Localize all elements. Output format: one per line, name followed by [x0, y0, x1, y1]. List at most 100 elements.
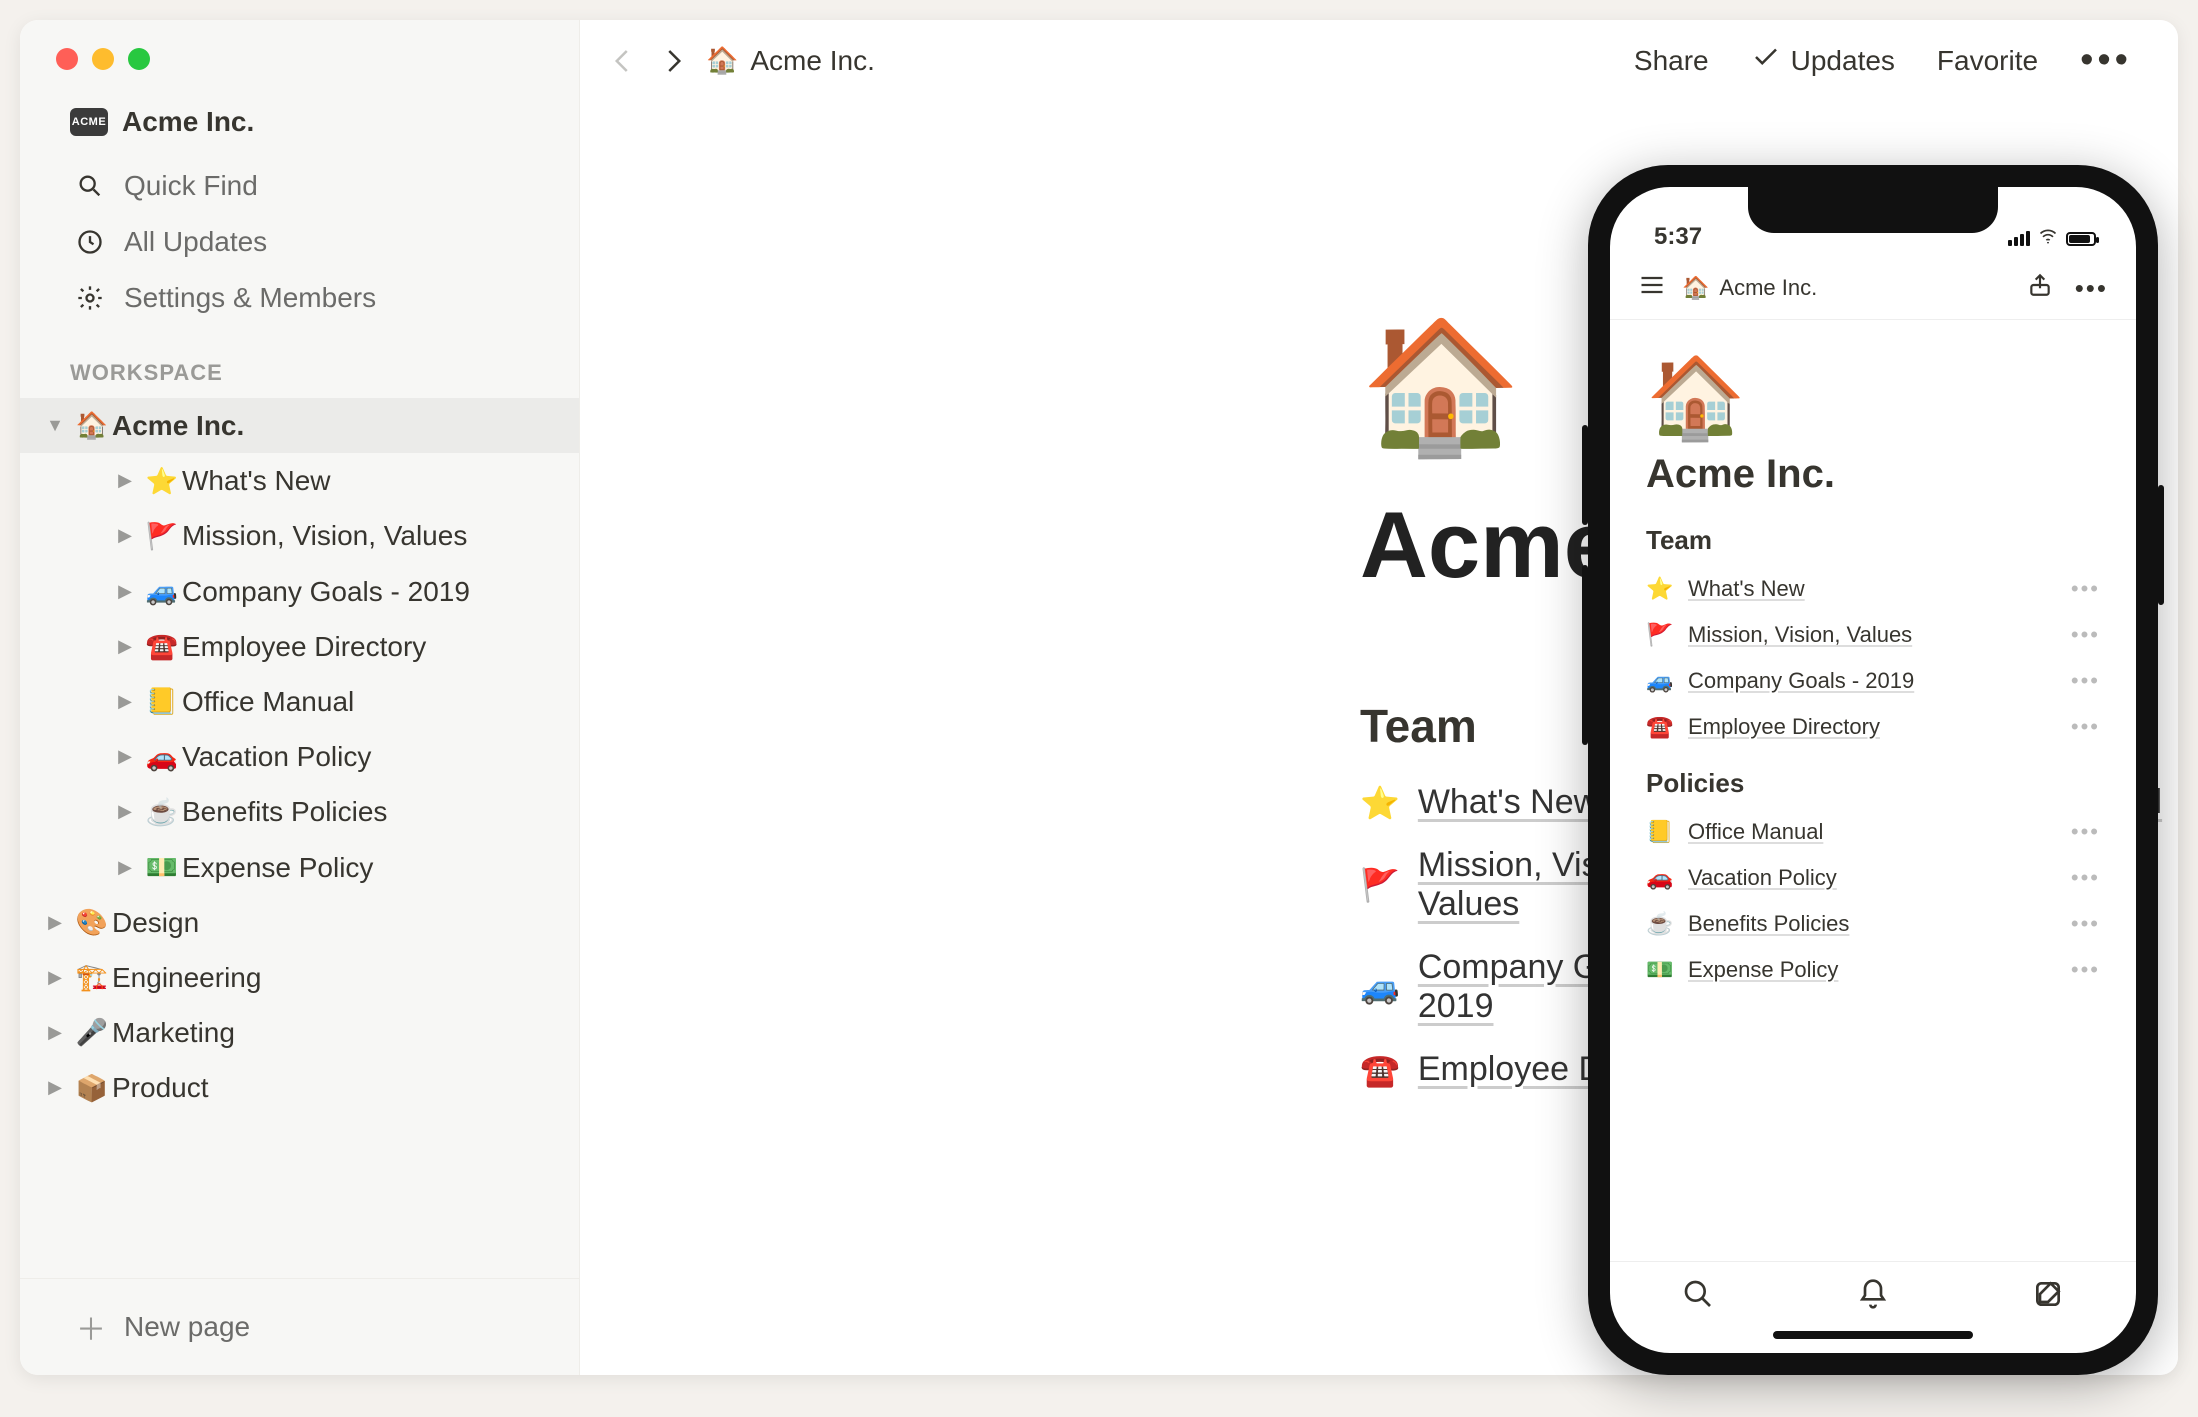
mobile-link-icon: ☎️ — [1646, 714, 1674, 740]
nav-forward-button[interactable] — [658, 46, 688, 76]
gear-icon — [76, 284, 106, 312]
mobile-notifications-icon[interactable] — [1857, 1278, 1889, 1315]
all-updates-button[interactable]: All Updates — [20, 214, 579, 270]
updates-button[interactable]: Updates — [1751, 42, 1895, 79]
battery-icon — [2066, 232, 2096, 246]
mobile-link-label: Employee Directory — [1688, 714, 2057, 740]
minimize-window-button[interactable] — [92, 48, 114, 70]
mobile-link-more-icon[interactable]: ••• — [2071, 668, 2100, 694]
chevron-right-icon[interactable]: ▶ — [108, 468, 142, 493]
chevron-right-icon[interactable]: ▶ — [108, 855, 142, 880]
mobile-page-link[interactable]: ☕Benefits Policies••• — [1646, 901, 2100, 947]
chevron-right-icon[interactable]: ▶ — [108, 579, 142, 604]
mobile-link-icon: 💵 — [1646, 957, 1674, 983]
page-emoji-icon: ⭐ — [142, 463, 182, 499]
chevron-right-icon[interactable]: ▶ — [38, 1075, 72, 1100]
settings-button[interactable]: Settings & Members — [20, 270, 579, 326]
nav-back-button[interactable] — [608, 46, 638, 76]
page-emoji-icon: 📦 — [72, 1070, 112, 1106]
check-icon — [1751, 42, 1781, 79]
mobile-more-icon[interactable]: ••• — [2075, 273, 2108, 304]
sidebar-page-item[interactable]: ▶☕Benefits Policies — [20, 784, 579, 839]
mobile-link-more-icon[interactable]: ••• — [2071, 819, 2100, 845]
mobile-breadcrumb-title: Acme Inc. — [1719, 275, 1817, 301]
mobile-page-link[interactable]: 🚙Company Goals - 2019••• — [1646, 658, 2100, 704]
mobile-compose-icon[interactable] — [2032, 1278, 2064, 1315]
mobile-page-title[interactable]: Acme Inc. — [1646, 452, 2100, 497]
page-emoji-icon: 🏗️ — [72, 959, 112, 995]
breadcrumb[interactable]: 🏠 Acme Inc. — [706, 45, 875, 77]
mobile-page-link[interactable]: 💵Expense Policy••• — [1646, 947, 2100, 993]
page-link-label: What's New — [1418, 783, 1598, 822]
mobile-section-heading[interactable]: Policies — [1646, 768, 2100, 799]
sidebar-page-item[interactable]: ▶🚩Mission, Vision, Values — [20, 508, 579, 563]
topbar: 🏠 Acme Inc. Share Updates Favorite ••• — [580, 20, 2178, 101]
share-icon[interactable] — [2027, 272, 2053, 304]
favorite-button[interactable]: Favorite — [1937, 45, 2038, 77]
wifi-icon — [2038, 226, 2058, 251]
share-button[interactable]: Share — [1634, 45, 1709, 77]
mobile-link-more-icon[interactable]: ••• — [2071, 576, 2100, 602]
sidebar-page-item[interactable]: ▶🚗Vacation Policy — [20, 729, 579, 784]
quick-find-button[interactable]: Quick Find — [20, 158, 579, 214]
mobile-page-link[interactable]: ⭐What's New••• — [1646, 566, 2100, 612]
page-link-icon: 🚙 — [1360, 968, 1400, 1006]
new-page-button[interactable]: ＋ New page — [20, 1278, 579, 1375]
mobile-page-link[interactable]: ☎️ Employee Directory ••• — [1646, 704, 2100, 750]
close-window-button[interactable] — [56, 48, 78, 70]
page-label: Office Manual — [182, 682, 559, 721]
mobile-breadcrumb[interactable]: 🏠 Acme Inc. — [1682, 275, 1817, 301]
menu-icon[interactable] — [1638, 271, 1666, 305]
chevron-right-icon[interactable]: ▶ — [38, 965, 72, 990]
mobile-page-link[interactable]: 🚗Vacation Policy••• — [1646, 855, 2100, 901]
workspace-switcher[interactable]: ACME Acme Inc. — [20, 98, 579, 158]
chevron-right-icon[interactable]: ▶ — [108, 523, 142, 548]
clock-icon — [76, 228, 106, 256]
page-emoji-icon: 🏠 — [72, 407, 112, 443]
page-emoji-icon: 📒 — [142, 683, 182, 719]
sidebar-page-item[interactable]: ▶🎨Design — [20, 895, 579, 950]
new-page-label: New page — [124, 1311, 250, 1343]
mobile-link-more-icon[interactable]: ••• — [2071, 865, 2100, 891]
sidebar: ACME Acme Inc. Quick Find All Updates — [20, 20, 580, 1375]
sidebar-page-item[interactable]: ▼🏠Acme Inc. — [20, 398, 579, 453]
mobile-link-more-icon[interactable]: ••• — [2071, 714, 2100, 740]
sidebar-page-item[interactable]: ▶📦Product — [20, 1060, 579, 1115]
chevron-right-icon[interactable]: ▶ — [108, 634, 142, 659]
chevron-right-icon[interactable]: ▶ — [108, 799, 142, 824]
chevron-down-icon[interactable]: ▼ — [38, 413, 72, 438]
sidebar-page-item[interactable]: ▶💵Expense Policy — [20, 840, 579, 895]
chevron-right-icon[interactable]: ▶ — [38, 910, 72, 935]
home-indicator — [1773, 1331, 1973, 1339]
mobile-link-more-icon[interactable]: ••• — [2071, 957, 2100, 983]
mobile-link-label: Vacation Policy — [1688, 865, 2057, 891]
maximize-window-button[interactable] — [128, 48, 150, 70]
mobile-search-icon[interactable] — [1682, 1278, 1714, 1315]
sidebar-page-item[interactable]: ▶📒Office Manual — [20, 674, 579, 729]
mobile-section-heading[interactable]: Team — [1646, 525, 2100, 556]
page-label: Vacation Policy — [182, 737, 559, 776]
mobile-topbar: 🏠 Acme Inc. ••• — [1610, 257, 2136, 320]
window-controls — [20, 20, 579, 98]
mobile-tabbar — [1610, 1261, 2136, 1325]
more-menu-button[interactable]: ••• — [2080, 51, 2132, 70]
page-label: Benefits Policies — [182, 792, 559, 831]
sidebar-page-item[interactable]: ▶☎️Employee Directory — [20, 619, 579, 674]
chevron-right-icon[interactable]: ▶ — [108, 744, 142, 769]
sidebar-page-item[interactable]: ▶⭐What's New — [20, 453, 579, 508]
phone-notch — [1748, 187, 1998, 233]
sidebar-page-item[interactable]: ▶🎤Marketing — [20, 1005, 579, 1060]
sidebar-page-item[interactable]: ▶🏗️Engineering — [20, 950, 579, 1005]
page-label: What's New — [182, 461, 559, 500]
mobile-hero-icon[interactable]: 🏠 — [1646, 358, 2100, 438]
mobile-page-link[interactable]: 🚩Mission, Vision, Values••• — [1646, 612, 2100, 658]
mobile-page-link[interactable]: 📒Office Manual••• — [1646, 809, 2100, 855]
sidebar-page-item[interactable]: ▶🚙Company Goals - 2019 — [20, 564, 579, 619]
page-label: Marketing — [112, 1013, 559, 1052]
page-emoji-icon: 🚗 — [142, 739, 182, 775]
mobile-link-more-icon[interactable]: ••• — [2071, 622, 2100, 648]
mobile-link-more-icon[interactable]: ••• — [2071, 911, 2100, 937]
mobile-link-icon: ⭐ — [1646, 576, 1674, 602]
chevron-right-icon[interactable]: ▶ — [38, 1020, 72, 1045]
chevron-right-icon[interactable]: ▶ — [108, 689, 142, 714]
